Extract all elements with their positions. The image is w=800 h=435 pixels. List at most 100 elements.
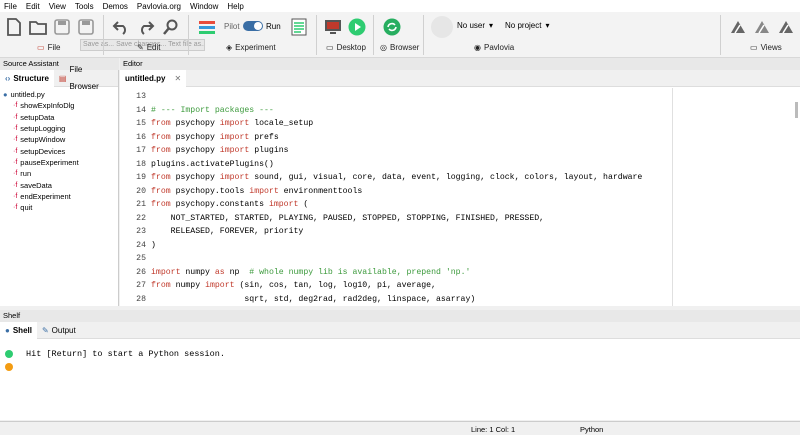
line-number: 13 [136,92,146,101]
coder-view-icon[interactable] [751,16,773,38]
shell-message: Hit [Return] to start a Python session. [26,349,225,359]
line-number: 16 [136,132,146,142]
chevron-down-icon: ▾ [545,21,550,30]
menu-view[interactable]: View [49,2,66,11]
experiment-group: ◈ Experiment [226,43,276,52]
user-avatar[interactable] [431,16,453,38]
tree-item[interactable]: ·f setupWindow [3,134,118,145]
monitor-settings-icon[interactable] [196,16,218,38]
line-number: 27 [136,281,146,290]
edit-group: ✎ Edit [137,43,161,52]
stop-shell-icon[interactable] [5,363,13,371]
menu-demos[interactable]: Demos [103,2,128,11]
save-as-icon[interactable] [75,16,97,38]
line-number: 14 [136,105,146,115]
source-assistant-tabs: ‹› Structure ▤ File Browser [0,65,118,91]
line-number: 23 [136,227,146,236]
code-line: RELEASED, FOREVER, priority [151,227,304,236]
line-number: 22 [136,213,146,223]
tree-item[interactable]: ·f setupDevices [3,145,118,156]
tab-shell[interactable]: ● Shell [0,321,37,339]
tab-untitled-py[interactable]: untitled.py ✕ [120,69,187,87]
tree-item[interactable]: ·f pauseExperiment [3,157,118,168]
function-icon: ·f [13,113,18,121]
tree-item-label: run [20,169,32,179]
run-desktop-icon[interactable] [346,16,368,38]
sync-browser-icon[interactable] [381,16,403,38]
redo-icon[interactable] [135,16,157,38]
user-select[interactable]: No user ▾ [457,21,493,30]
find-icon[interactable] [160,16,182,38]
tab-structure[interactable]: ‹› Structure [0,69,54,87]
function-icon: ·f [13,170,18,178]
edge-line-marker [672,88,673,306]
code-line: plugins.activatePlugins() [151,159,274,169]
toolbar-separator [423,15,424,55]
save-icon[interactable] [51,16,73,38]
editor-panel: untitled.py ✕ 13 14 # --- Import packages -… [120,69,800,306]
code-line: from psychopy.constants import ( [151,200,309,209]
editor-header: Editor [120,58,800,70]
menu-help[interactable]: Help [227,2,243,11]
code-line: from psychopy import sound, gui, visual,… [151,173,643,182]
tree-item[interactable]: ·f setupLogging [3,123,118,134]
shell-tabs: ● Shell ✎ Output [0,321,800,339]
file-group-icon: ▭ [37,43,45,52]
tree-item[interactable]: ·f saveData [3,179,118,190]
tree-item[interactable]: ·f endExperiment [3,191,118,202]
close-icon[interactable]: ✕ [174,70,181,87]
source-assistant-panel: ‹› Structure ▤ File Browser ● untitled.py ·… [0,65,119,306]
compile-script-icon[interactable] [288,16,310,38]
undo-icon[interactable] [110,16,132,38]
menu-file[interactable]: File [4,2,17,11]
runner-view-icon[interactable] [775,16,797,38]
tree-item-label: setupData [20,112,55,122]
new-file-icon[interactable] [3,16,25,38]
function-icon: ·f [13,136,18,144]
views-group: ▭ Views [750,43,782,52]
line-number: 15 [136,119,146,128]
open-file-icon[interactable] [27,16,49,38]
builder-view-icon[interactable] [727,16,749,38]
folder-icon: ▤ [58,73,67,83]
pavlovia-group: ◉ Pavlovia [474,43,514,52]
line-number: 17 [136,146,146,155]
tab-output[interactable]: ✎ Output [37,322,81,339]
line-number: 19 [136,173,146,182]
menu-window[interactable]: Window [190,2,218,11]
experiment-group-icon: ◈ [226,43,233,52]
tree-item-label: setupLogging [20,124,66,134]
tree-item[interactable]: ·f quit [3,202,118,213]
start-shell-icon[interactable] [5,350,13,358]
code-area[interactable]: 13 14 # --- Import packages --- 15 from psyc… [120,88,800,306]
cursor-position: Line: 1 Col: 1 [471,425,516,434]
project-select[interactable]: No project ▾ [505,21,549,30]
desktop-group-label: Desktop [336,43,366,52]
python-icon: ● [5,325,10,335]
tree-item-label: endExperiment [20,191,71,201]
shelf-header: Shelf [0,310,800,322]
menu-bar: File Edit View Tools Demos Pavlovia.org … [0,0,800,12]
function-icon: ·f [13,204,18,212]
menu-tools[interactable]: Tools [75,2,94,11]
tree-item[interactable]: ·f setupData [3,112,118,123]
line-number: 28 [136,294,146,304]
tab-file-browser-label: File Browser [69,65,99,91]
tree-item-label: showExpInfoDlg [20,101,75,111]
tab-file-browser[interactable]: ▤ File Browser [54,65,118,91]
shell-panel: ● Shell ✎ Output Hit [Return] to start a P… [0,321,800,420]
editor-tabs: untitled.py ✕ [120,69,800,87]
pilot-run-toggle[interactable] [243,21,263,31]
tab-structure-label: Structure [13,73,49,83]
menu-edit[interactable]: Edit [26,2,40,11]
toolbar-separator [316,15,317,55]
monitor-icon[interactable] [322,16,344,38]
editor-scrollbar[interactable] [795,102,798,118]
tree-item[interactable]: ·f run [3,168,118,179]
tree-item[interactable]: ·f showExpInfoDlg [3,100,118,111]
browser-group-icon: ◎ [380,43,387,52]
menu-pavlovia[interactable]: Pavlovia.org [137,2,181,11]
code-line: from psychopy.tools import environmentto… [151,186,363,196]
python-file-icon: ● [3,90,8,100]
function-icon: ·f [13,158,18,166]
